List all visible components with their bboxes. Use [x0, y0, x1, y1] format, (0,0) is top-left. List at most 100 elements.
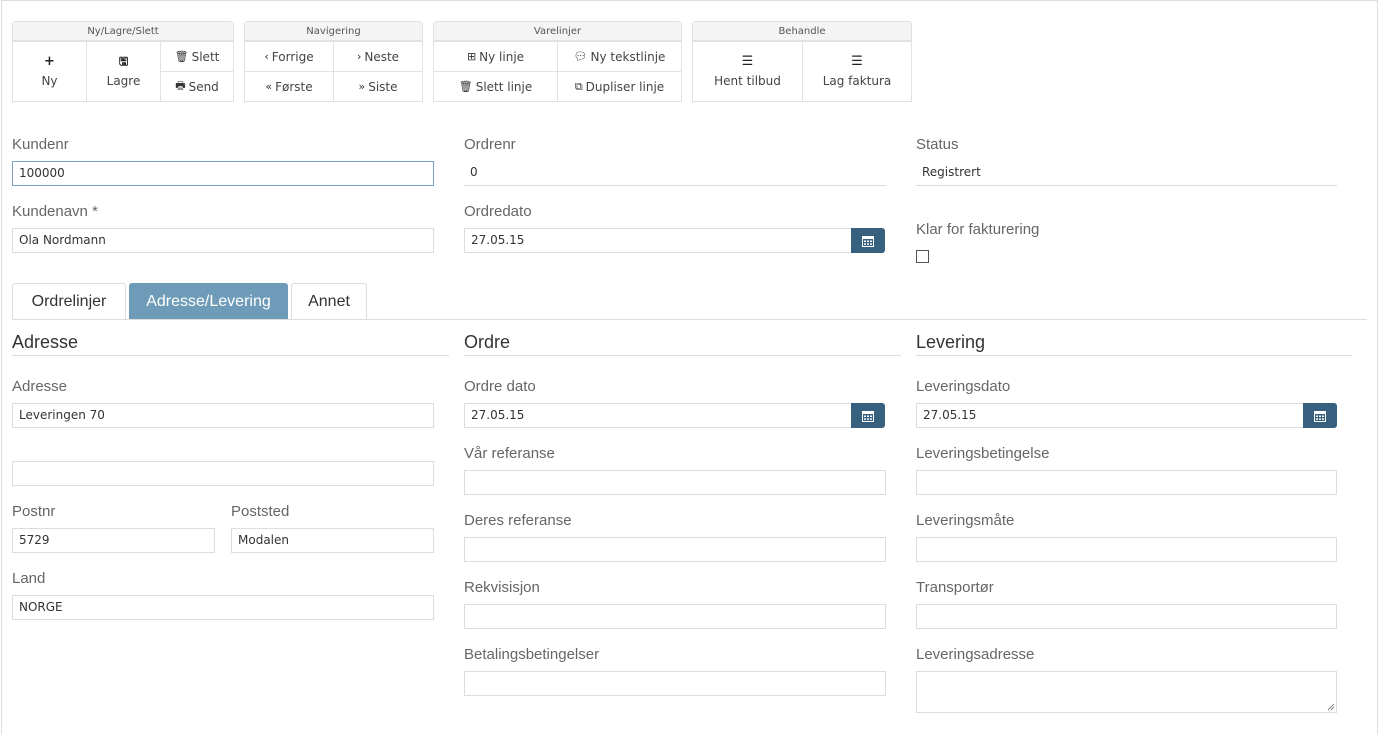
group-title: Behandle: [693, 22, 911, 41]
status-field: Registrert: [916, 161, 1337, 186]
delete-line-button[interactable]: 🗑 Slett linje: [433, 71, 558, 102]
customer-no-label: Kundenr: [12, 136, 69, 153]
order-no-field: 0: [464, 161, 886, 186]
last-button[interactable]: » Siste: [333, 71, 423, 102]
previous-label: Forrige: [271, 49, 314, 64]
address-section-title: Adresse: [12, 332, 79, 352]
delivery-method-label: Leveringsmåte: [916, 512, 1015, 529]
postnr-input[interactable]: 5729: [12, 528, 215, 553]
order-date-input[interactable]: 27.05.15: [464, 228, 852, 253]
ready-for-invoicing-checkbox[interactable]: [916, 250, 929, 263]
delivery-terms-input[interactable]: [916, 470, 1337, 495]
order-section-title: Ordre: [464, 332, 511, 352]
section-divider: [12, 355, 449, 356]
trash-icon: 🗑: [174, 50, 189, 63]
poststed-input[interactable]: Modalen: [231, 528, 434, 553]
last-label: Siste: [368, 79, 398, 94]
order-date2-label: Ordre dato: [464, 378, 536, 395]
group-title: Navigering: [245, 22, 422, 41]
new-line-label: Ny linje: [479, 49, 525, 64]
requisition-input[interactable]: [464, 604, 886, 629]
comment-icon: 💬︎: [573, 50, 588, 63]
country-input[interactable]: NORGE: [12, 595, 434, 620]
make-invoice-button[interactable]: ☰ Lag faktura: [802, 41, 912, 102]
duplicate-line-label: Dupliser linje: [585, 79, 665, 94]
group-title: Ny/Lagre/Slett: [13, 22, 233, 41]
chevron-left-icon: ‹: [264, 50, 269, 63]
address-line2-input[interactable]: [12, 461, 434, 486]
postnr-label: Postnr: [12, 503, 56, 520]
previous-button[interactable]: ‹ Forrige: [244, 41, 334, 72]
resize-handle-icon[interactable]: [1327, 703, 1335, 711]
payment-terms-input[interactable]: [464, 671, 886, 696]
delivery-section-title: Levering: [916, 332, 986, 352]
plus-icon: +: [44, 54, 55, 69]
our-reference-input[interactable]: [464, 470, 886, 495]
order-date-label: Ordredato: [464, 203, 532, 220]
get-offer-label: Hent tilbud: [714, 74, 781, 88]
send-button[interactable]: 🖶 Send: [160, 71, 234, 102]
carrier-label: Transportør: [916, 579, 994, 596]
delete-label: Slett: [191, 49, 220, 64]
duplicate-line-button[interactable]: ⧉ Dupliser linje: [557, 71, 682, 102]
new-text-line-button[interactable]: 💬︎ Ny tekstlinje: [557, 41, 682, 72]
customer-no-input[interactable]: 100000: [12, 161, 434, 186]
new-button[interactable]: + Ny: [12, 41, 87, 102]
requisition-label: Rekvisisjon: [464, 579, 540, 596]
tab-address-delivery[interactable]: Adresse/Levering: [129, 283, 288, 320]
their-reference-input[interactable]: [464, 537, 886, 562]
order-no-label: Ordrenr: [464, 136, 516, 153]
first-button[interactable]: « Første: [244, 71, 334, 102]
trash-icon: 🗑: [458, 80, 473, 93]
toolbar-group-item-lines: Varelinjer ⊞ Ny linje 💬︎ Ny tekstlinje 🗑…: [433, 21, 682, 102]
delivery-date-label: Leveringsdato: [916, 378, 1011, 395]
calendar-icon: [862, 235, 874, 247]
double-chevron-left-icon: «: [265, 80, 273, 93]
next-label: Neste: [364, 49, 400, 64]
carrier-input[interactable]: [916, 604, 1337, 629]
send-label: Send: [188, 79, 219, 94]
address-line1-input[interactable]: Leveringen 70: [12, 403, 434, 428]
delivery-address-label: Leveringsadresse: [916, 646, 1035, 663]
section-divider: [464, 355, 901, 356]
new-line-button[interactable]: ⊞ Ny linje: [433, 41, 558, 72]
save-label: Lagre: [106, 74, 141, 88]
tab-divider: [12, 319, 1367, 320]
delivery-terms-label: Leveringsbetingelse: [916, 445, 1050, 462]
poststed-label: Poststed: [231, 503, 290, 520]
get-offer-button[interactable]: ☰ Hent tilbud: [692, 41, 803, 102]
toolbar-group-new-save-delete: Ny/Lagre/Slett + Ny 🖫 Lagre 🗑 Slett 🖶 Se…: [12, 21, 234, 102]
order-date2-input[interactable]: 27.05.15: [464, 403, 852, 428]
delivery-method-input[interactable]: [916, 537, 1337, 562]
delivery-address-textarea[interactable]: [916, 671, 1337, 713]
calendar-icon: [1314, 410, 1326, 422]
plus-square-icon: ⊞: [466, 50, 477, 63]
floppy-icon: 🖫: [118, 55, 129, 68]
next-button[interactable]: › Neste: [333, 41, 423, 72]
toolbar-group-process: Behandle ☰ Hent tilbud ☰ Lag faktura: [692, 21, 912, 102]
save-button[interactable]: 🖫 Lagre: [86, 41, 161, 102]
calendar-button[interactable]: [851, 403, 885, 428]
copy-icon: ⧉: [574, 79, 583, 93]
delete-button[interactable]: 🗑 Slett: [160, 41, 234, 72]
toolbar-group-navigation: Navigering ‹ Forrige › Neste « Første » …: [244, 21, 423, 102]
list-icon: ☰: [741, 54, 754, 69]
customer-name-label: Kundenavn *: [12, 203, 98, 220]
their-reference-label: Deres referanse: [464, 512, 572, 529]
list-icon: ☰: [851, 54, 863, 69]
group-title: Varelinjer: [434, 22, 681, 41]
customer-name-input[interactable]: Ola Nordmann: [12, 228, 434, 253]
make-invoice-label: Lag faktura: [822, 74, 892, 88]
chevron-right-icon: ›: [356, 50, 362, 63]
tab-order-lines[interactable]: Ordrelinjer: [12, 283, 126, 320]
calendar-button[interactable]: [1303, 403, 1337, 428]
delete-line-label: Slett linje: [475, 79, 533, 94]
double-chevron-right-icon: »: [358, 80, 366, 93]
calendar-button[interactable]: [851, 228, 885, 253]
status-label: Status: [916, 136, 959, 153]
first-label: Første: [275, 79, 313, 94]
calendar-icon: [862, 410, 874, 422]
tab-other[interactable]: Annet: [291, 283, 367, 320]
print-icon: 🖶: [175, 79, 186, 92]
delivery-date-input[interactable]: 27.05.15: [916, 403, 1304, 428]
